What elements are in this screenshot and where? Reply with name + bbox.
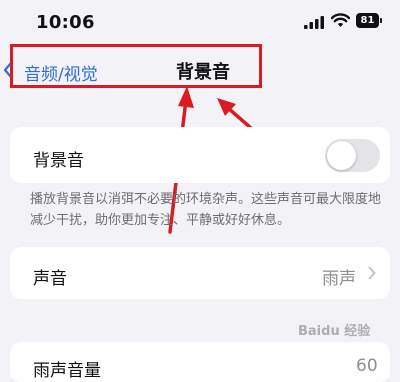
sound-value: 雨声 — [322, 269, 356, 289]
status-time: 10:06 — [36, 12, 95, 33]
sound-label: 声音 — [33, 269, 67, 289]
background-sound-label: 背景音 — [33, 151, 84, 171]
battery-level: 81 — [356, 13, 379, 28]
watermark: Baidu 经验 — [298, 324, 371, 339]
annotation-highlight-box — [10, 44, 262, 88]
toggle-knob — [327, 141, 356, 170]
signal-icon — [304, 16, 324, 29]
battery-icon: 81 — [356, 13, 384, 28]
wifi-icon — [331, 13, 350, 27]
volume-label: 雨声音量 — [33, 361, 101, 381]
volume-value: 60 — [356, 356, 378, 376]
background-sound-description: 播放背景音以消弭不必要的环境杂声。这些声音可最大限度地减少干扰，助你更加专注、平… — [30, 192, 382, 228]
chevron-right-icon — [368, 266, 376, 280]
background-sound-toggle[interactable] — [325, 139, 380, 172]
